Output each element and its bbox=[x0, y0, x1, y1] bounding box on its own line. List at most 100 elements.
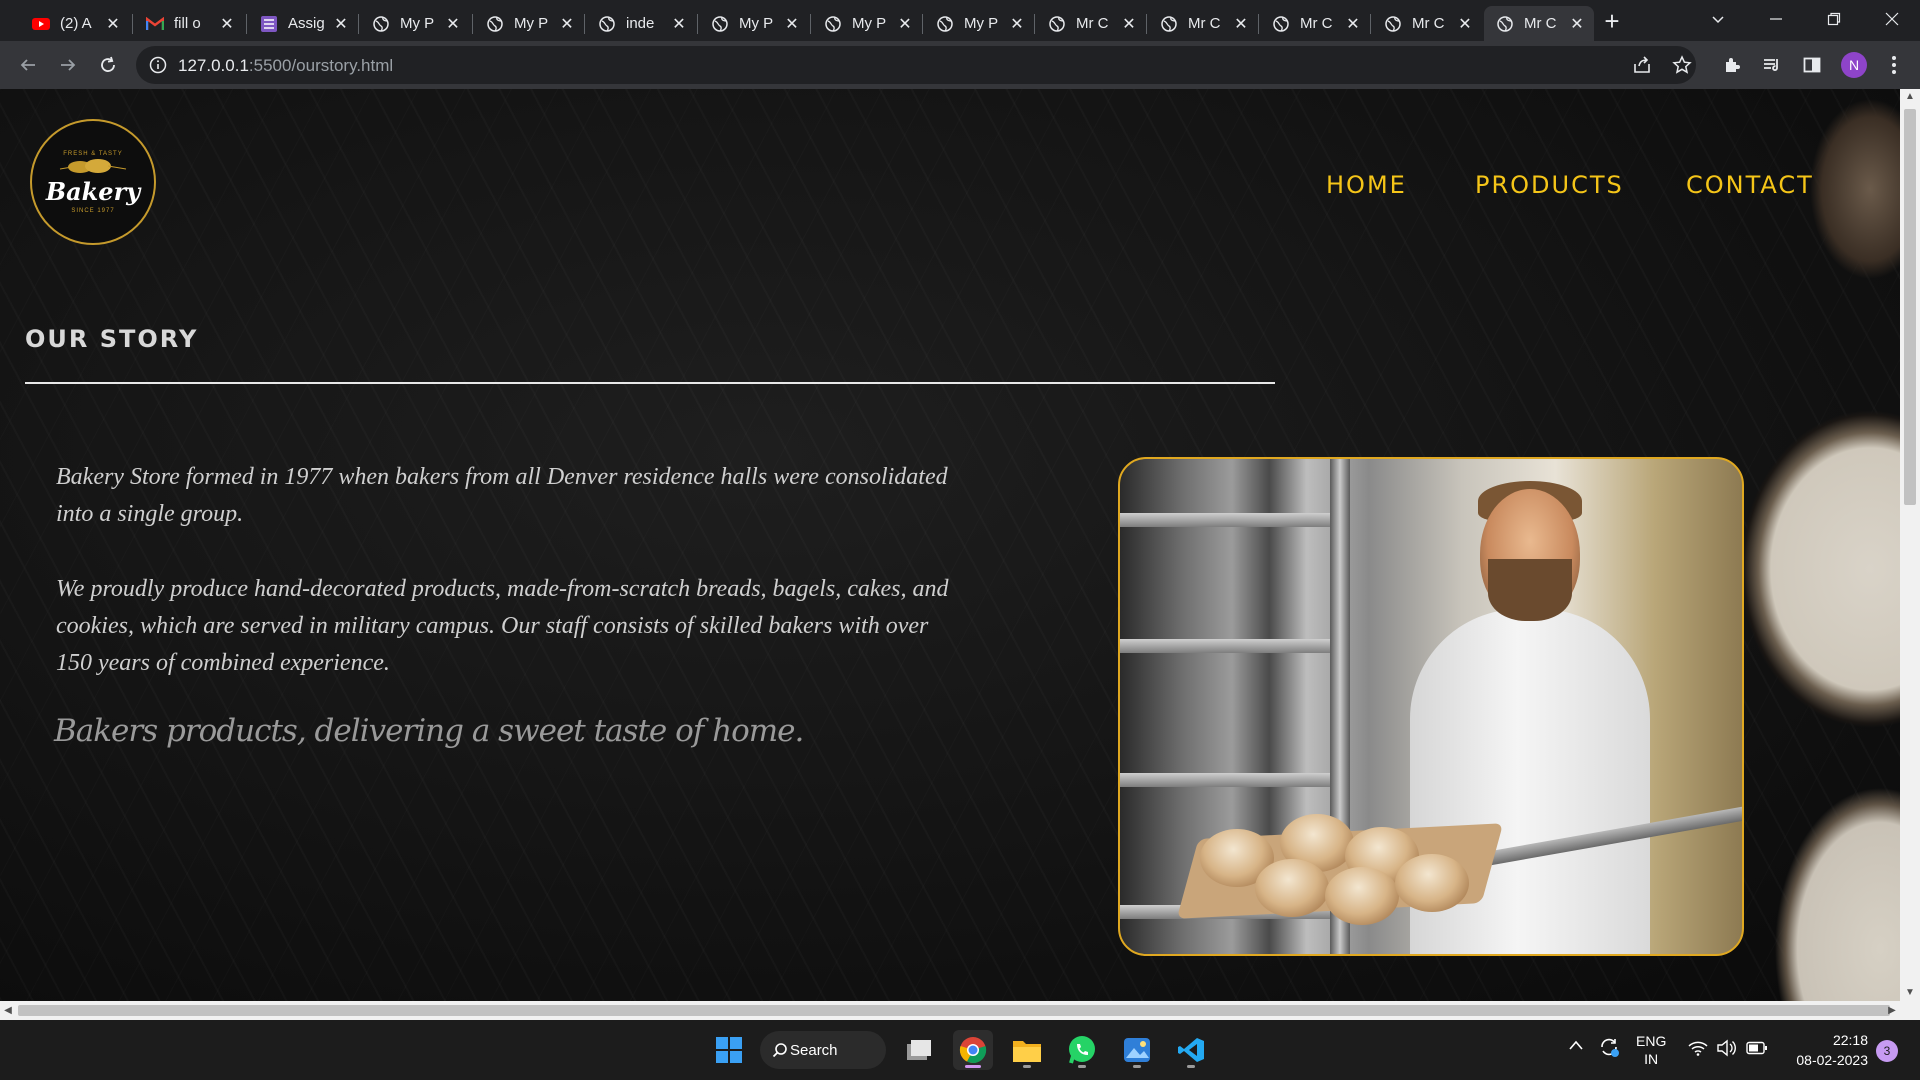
browser-tab[interactable]: Mr C ✕ bbox=[1372, 6, 1482, 41]
close-tab-icon[interactable]: ✕ bbox=[1008, 15, 1026, 33]
close-window-icon[interactable] bbox=[1864, 0, 1920, 38]
file-explorer-icon[interactable] bbox=[1007, 1030, 1047, 1070]
horizontal-scroll-thumb[interactable] bbox=[18, 1005, 1890, 1016]
chrome-icon[interactable] bbox=[953, 1030, 993, 1070]
nav-contact-link[interactable]: CONTACT bbox=[1686, 171, 1814, 199]
nav-products-link[interactable]: PRODUCTS bbox=[1475, 171, 1624, 199]
restore-icon[interactable] bbox=[1806, 0, 1862, 38]
logo-brand: Bakery bbox=[45, 176, 141, 206]
browser-tab[interactable]: My P ✕ bbox=[924, 6, 1034, 41]
battery-icon[interactable] bbox=[1746, 1041, 1768, 1058]
browser-tab[interactable]: My P ✕ bbox=[812, 6, 922, 41]
share-icon[interactable] bbox=[1630, 53, 1654, 77]
story-paragraph-2: We proudly produce hand-decorated produc… bbox=[56, 576, 949, 676]
wheat-icon bbox=[59, 158, 127, 173]
windows-taskbar: Search ENG IN 22:18 08-02-2023 3 bbox=[0, 1020, 1920, 1080]
tab-title: Assig bbox=[288, 15, 325, 32]
reload-icon[interactable] bbox=[94, 51, 122, 79]
taskbar-clock[interactable]: 22:18 08-02-2023 bbox=[1788, 1030, 1868, 1070]
tab-title: Mr C bbox=[1524, 15, 1557, 32]
browser-tab[interactable]: inde ✕ bbox=[586, 6, 696, 41]
tab-separator bbox=[1370, 14, 1371, 34]
tab-separator bbox=[472, 14, 473, 34]
youtube-icon bbox=[32, 15, 50, 33]
browser-tab[interactable]: My P ✕ bbox=[360, 6, 470, 41]
close-tab-icon[interactable]: ✕ bbox=[218, 15, 236, 33]
task-view-icon[interactable] bbox=[899, 1030, 939, 1070]
close-tab-icon[interactable]: ✕ bbox=[1456, 15, 1474, 33]
menu-kebab-icon[interactable] bbox=[1882, 53, 1906, 77]
extensions-icon[interactable] bbox=[1720, 53, 1744, 77]
tray-overflow-chevron-icon[interactable] bbox=[1568, 1038, 1584, 1054]
vertical-scrollbar[interactable]: ▲ ▼ bbox=[1900, 89, 1920, 1001]
photos-icon[interactable] bbox=[1117, 1030, 1157, 1070]
sync-icon[interactable] bbox=[1598, 1036, 1620, 1061]
globe-icon bbox=[824, 15, 842, 33]
profile-avatar[interactable]: N bbox=[1841, 52, 1867, 78]
notification-badge[interactable]: 3 bbox=[1876, 1040, 1898, 1062]
browser-tab[interactable]: Mr C ✕ bbox=[1036, 6, 1146, 41]
tab-separator bbox=[1146, 14, 1147, 34]
baker-photo bbox=[1118, 457, 1744, 956]
browser-tab[interactable]: My P ✕ bbox=[474, 6, 584, 41]
tab-search-icon[interactable] bbox=[1690, 0, 1746, 38]
media-queue-icon[interactable] bbox=[1760, 53, 1784, 77]
wifi-icon[interactable] bbox=[1688, 1040, 1708, 1059]
tab-title: inde bbox=[626, 15, 655, 32]
tab-title: Mr C bbox=[1300, 15, 1333, 32]
whatsapp-icon[interactable] bbox=[1062, 1030, 1102, 1070]
globe-icon bbox=[598, 15, 616, 33]
clock-time: 22:18 bbox=[1832, 1032, 1868, 1048]
close-tab-icon[interactable]: ✕ bbox=[444, 15, 462, 33]
browser-tab[interactable]: fill o ✕ bbox=[134, 6, 244, 41]
forward-icon[interactable] bbox=[54, 51, 82, 79]
section-divider bbox=[25, 382, 1275, 384]
close-tab-icon[interactable]: ✕ bbox=[896, 15, 914, 33]
tab-title: My P bbox=[739, 15, 774, 32]
start-windows-icon[interactable] bbox=[709, 1030, 749, 1070]
globe-icon bbox=[1496, 15, 1514, 33]
language-indicator[interactable]: ENG IN bbox=[1636, 1032, 1666, 1068]
logo-since: SINCE 1977 bbox=[71, 207, 115, 214]
back-icon[interactable] bbox=[14, 51, 42, 79]
scroll-up-icon[interactable]: ▲ bbox=[1900, 89, 1920, 105]
close-tab-icon[interactable]: ✕ bbox=[1568, 15, 1586, 33]
browser-tab[interactable]: My P ✕ bbox=[699, 6, 809, 41]
close-tab-icon[interactable]: ✕ bbox=[558, 15, 576, 33]
browser-tab[interactable]: Mr C ✕ bbox=[1484, 6, 1594, 41]
side-panel-icon[interactable] bbox=[1800, 53, 1824, 77]
bookmark-star-icon[interactable] bbox=[1670, 53, 1694, 77]
gmail-icon bbox=[146, 15, 164, 33]
site-info-icon[interactable] bbox=[148, 55, 168, 75]
browser-tab[interactable]: Mr C ✕ bbox=[1260, 6, 1370, 41]
close-tab-icon[interactable]: ✕ bbox=[332, 15, 350, 33]
page-viewport: FRESH & TASTY Bakery SINCE 1977 HOME PRO… bbox=[0, 89, 1900, 1001]
horizontal-scrollbar[interactable]: ◀ ▶ bbox=[0, 1001, 1920, 1020]
tab-separator bbox=[697, 14, 698, 34]
close-tab-icon[interactable]: ✕ bbox=[783, 15, 801, 33]
close-tab-icon[interactable]: ✕ bbox=[1120, 15, 1138, 33]
browser-toolbar: 127.0.0.1:5500/ourstory.html N bbox=[0, 41, 1920, 89]
globe-icon bbox=[372, 15, 390, 33]
minimize-icon[interactable] bbox=[1748, 0, 1804, 38]
browser-tab[interactable]: (2) A ✕ bbox=[20, 6, 130, 41]
browser-tab[interactable]: Assig ✕ bbox=[248, 6, 358, 41]
vertical-scroll-thumb[interactable] bbox=[1904, 109, 1916, 505]
volume-icon[interactable] bbox=[1716, 1039, 1736, 1060]
close-tab-icon[interactable]: ✕ bbox=[1232, 15, 1250, 33]
close-tab-icon[interactable]: ✕ bbox=[1344, 15, 1362, 33]
scroll-left-icon[interactable]: ◀ bbox=[0, 1001, 16, 1020]
scroll-right-icon[interactable]: ▶ bbox=[1884, 1001, 1900, 1020]
scroll-down-icon[interactable]: ▼ bbox=[1900, 985, 1920, 1001]
nav-home-link[interactable]: HOME bbox=[1326, 171, 1407, 199]
browser-tab[interactable]: Mr C ✕ bbox=[1148, 6, 1258, 41]
taskbar-search[interactable]: Search bbox=[760, 1031, 886, 1069]
clock-date: 08-02-2023 bbox=[1796, 1052, 1868, 1068]
close-tab-icon[interactable]: ✕ bbox=[104, 15, 122, 33]
address-bar[interactable]: 127.0.0.1:5500/ourstory.html bbox=[136, 46, 1696, 84]
new-tab-button[interactable]: + bbox=[1598, 8, 1626, 36]
close-tab-icon[interactable]: ✕ bbox=[670, 15, 688, 33]
bakery-logo[interactable]: FRESH & TASTY Bakery SINCE 1977 bbox=[30, 119, 156, 245]
vscode-icon[interactable] bbox=[1171, 1030, 1211, 1070]
tab-separator bbox=[810, 14, 811, 34]
